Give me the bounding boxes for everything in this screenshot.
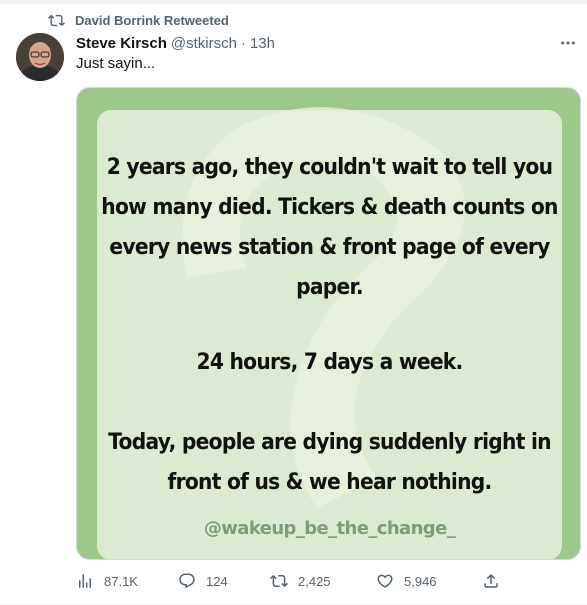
retweet-icon: [270, 574, 288, 588]
views-count: 87.1K: [104, 573, 138, 589]
tweet-image[interactable]: 2 years ago, they couldn't wait to tell …: [76, 87, 581, 560]
like-button[interactable]: 5,946: [376, 568, 437, 594]
action-bar: 87.1K 124 2,425 5,946: [76, 568, 581, 594]
retweet-context[interactable]: David Borrink Retweeted: [48, 11, 229, 29]
retweet-button[interactable]: 2,425: [270, 568, 331, 594]
poster-line: paper.: [296, 275, 363, 300]
reply-count: 124: [206, 573, 228, 589]
reply-button[interactable]: 124: [178, 568, 228, 594]
more-options-button[interactable]: [557, 33, 579, 53]
avatar[interactable]: [16, 33, 64, 81]
poster-line: how many died. Tickers & death counts on: [101, 195, 558, 220]
author-handle[interactable]: @stkirsch: [171, 35, 237, 52]
tweet-header: Steve Kirsch @stkirsch · 13h: [76, 33, 579, 53]
tweet[interactable]: David Borrink Retweeted Steve Kirsch @st…: [0, 0, 587, 605]
more-icon: [561, 41, 575, 45]
poster-line: front of us & we hear nothing.: [167, 470, 493, 495]
author-name[interactable]: Steve Kirsch: [76, 35, 167, 52]
share-button[interactable]: [482, 568, 510, 594]
poster-paragraph-1: 2 years ago, they couldn't wait to tell …: [97, 148, 562, 308]
tweet-text: Just sayin...: [76, 55, 156, 72]
retweet-label: David Borrink Retweeted: [75, 12, 229, 28]
poster-credit: @wakeup_be_the_change_: [203, 518, 456, 539]
analytics-icon: [79, 574, 91, 588]
retweet-count: 2,425: [298, 573, 331, 589]
poster-paragraph-3: Today, people are dying suddenly right i…: [97, 423, 562, 503]
heart-icon: [377, 574, 393, 588]
like-count: 5,946: [404, 573, 437, 589]
timestamp[interactable]: 13h: [250, 35, 275, 52]
views-button[interactable]: 87.1K: [76, 568, 138, 594]
retweet-icon: [48, 14, 65, 26]
share-icon: [484, 573, 498, 588]
reply-icon: [179, 573, 195, 589]
avatar-image: [16, 33, 64, 81]
poster-paragraph-2: 24 hours, 7 days a week.: [196, 350, 464, 375]
divider: [0, 0, 587, 4]
poster-line: 2 years ago, they couldn't wait to tell …: [106, 155, 553, 180]
separator-dot: ·: [240, 34, 246, 52]
poster-line: Today, people are dying suddenly right i…: [108, 430, 551, 455]
poster-line: every news station & front page of every: [109, 235, 550, 260]
